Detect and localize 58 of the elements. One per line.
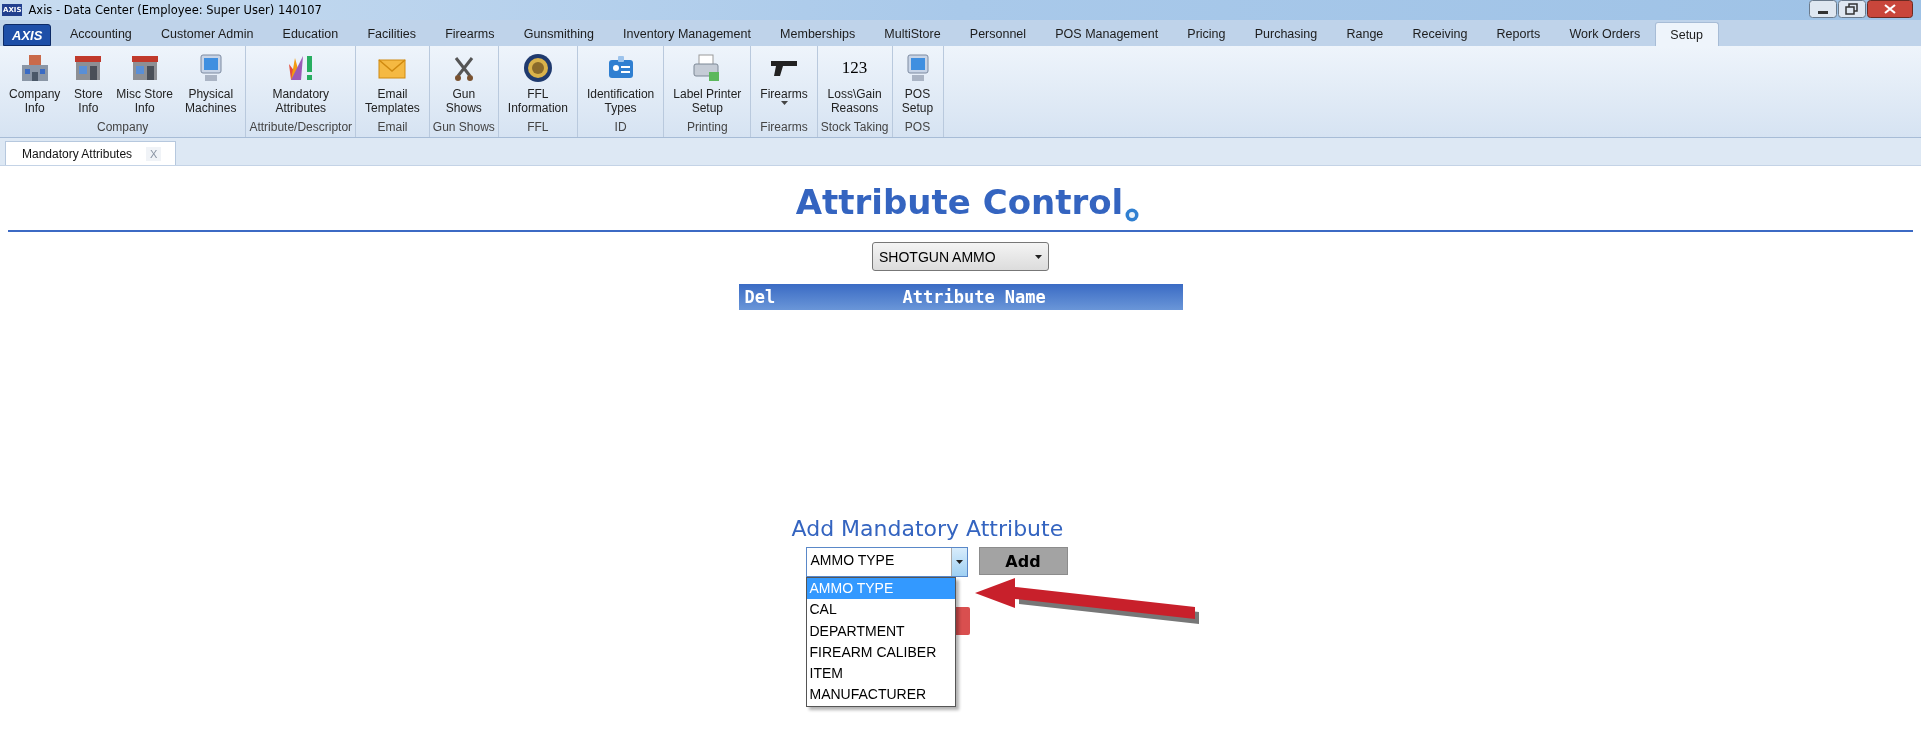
tab-label: Mandatory Attributes [22, 146, 133, 161]
numbers-icon: 123 [841, 52, 868, 84]
group-label: Email [377, 120, 408, 136]
group-label: POS [904, 120, 931, 136]
page-title: Attribute Control [795, 182, 1124, 222]
dropdown-option[interactable]: CAL [806, 599, 955, 621]
ribbon-button[interactable]: POS Setup [895, 46, 940, 120]
dropdown-option[interactable]: DEPARTMENT [806, 620, 955, 642]
attribute-combo[interactable]: AMMO TYPE [805, 547, 968, 577]
group-label: Firearms [760, 120, 808, 136]
group-label: Attribute/Descriptor [249, 120, 353, 136]
ribbon-button[interactable]: 123 Loss\Gain Reasons [821, 46, 888, 120]
menu-tab[interactable]: Customer Admin [146, 22, 268, 46]
menu-tab[interactable]: Memberships [765, 22, 870, 46]
dropdown-option[interactable]: FIREARM CALIBER [806, 641, 955, 664]
ribbon-button[interactable]: Firearms [754, 46, 814, 120]
menu-tab[interactable]: Education [268, 22, 353, 46]
menu-tab[interactable]: Setup [1654, 22, 1719, 46]
menu-tab[interactable]: MultiStore [869, 22, 956, 46]
ribbon-button[interactable]: Label Printer Setup [667, 46, 748, 120]
menu-tab[interactable]: Reports [1481, 22, 1555, 46]
menu-tab[interactable]: Facilities [352, 22, 431, 46]
ribbon-button[interactable]: Misc Store Info [110, 46, 180, 120]
group-label: Stock Taking [820, 120, 889, 136]
ribbon-button[interactable]: Email Templates [359, 46, 426, 120]
menu-tab[interactable]: Accounting [55, 22, 147, 46]
ribbon-button[interactable]: FFL Information [501, 46, 574, 120]
ribbon-button[interactable]: Store Info [66, 46, 111, 120]
column-header: Attribute Name [902, 287, 1046, 307]
ribbon-button[interactable]: Gun Shows [439, 46, 488, 120]
menu-tab[interactable]: Work Orders [1554, 22, 1655, 46]
ribbon-button[interactable]: Mandatory Attributes [266, 46, 336, 120]
ribbon-button[interactable]: Physical Machines [179, 46, 243, 120]
menu-tab[interactable]: Receiving [1397, 22, 1482, 46]
dropdown-option[interactable]: ITEM [806, 663, 955, 685]
category-dropdown[interactable]: SHOTGUN AMMO [872, 242, 1049, 271]
app-menu-button[interactable]: AXIS [3, 24, 52, 46]
menu-tab[interactable]: Range [1331, 22, 1398, 46]
add-button[interactable]: Add [978, 547, 1068, 575]
menu-tab[interactable]: Purchasing [1240, 22, 1332, 46]
group-label: Gun Shows [432, 120, 495, 136]
ribbon-button[interactable]: Identification Types [580, 46, 661, 120]
ribbon-button[interactable]: Company Info [3, 46, 67, 120]
column-header: Del [743, 287, 777, 307]
window-title: Axis - Data Center (Employee: Super User) 140107 [28, 3, 322, 17]
dropdown-option[interactable]: MANUFACTURER [806, 684, 955, 706]
menu-tab[interactable]: Personnel [955, 22, 1041, 46]
group-label: ID [614, 120, 627, 136]
group-label: Company [97, 120, 149, 136]
group-label: FFL [527, 120, 549, 136]
menu-tab[interactable]: Firearms [430, 22, 510, 46]
menu-tab[interactable]: Inventory Management [608, 22, 766, 46]
menu-tab[interactable]: POS Management [1040, 22, 1173, 46]
group-label: Printing [686, 120, 728, 136]
menu-tab[interactable]: Pricing [1172, 22, 1241, 46]
menu-tab[interactable]: Gunsmithing [509, 22, 609, 46]
document-tab[interactable]: Mandatory Attributes X [5, 141, 177, 165]
section-heading: Add Mandatory Attribute [791, 516, 1064, 541]
